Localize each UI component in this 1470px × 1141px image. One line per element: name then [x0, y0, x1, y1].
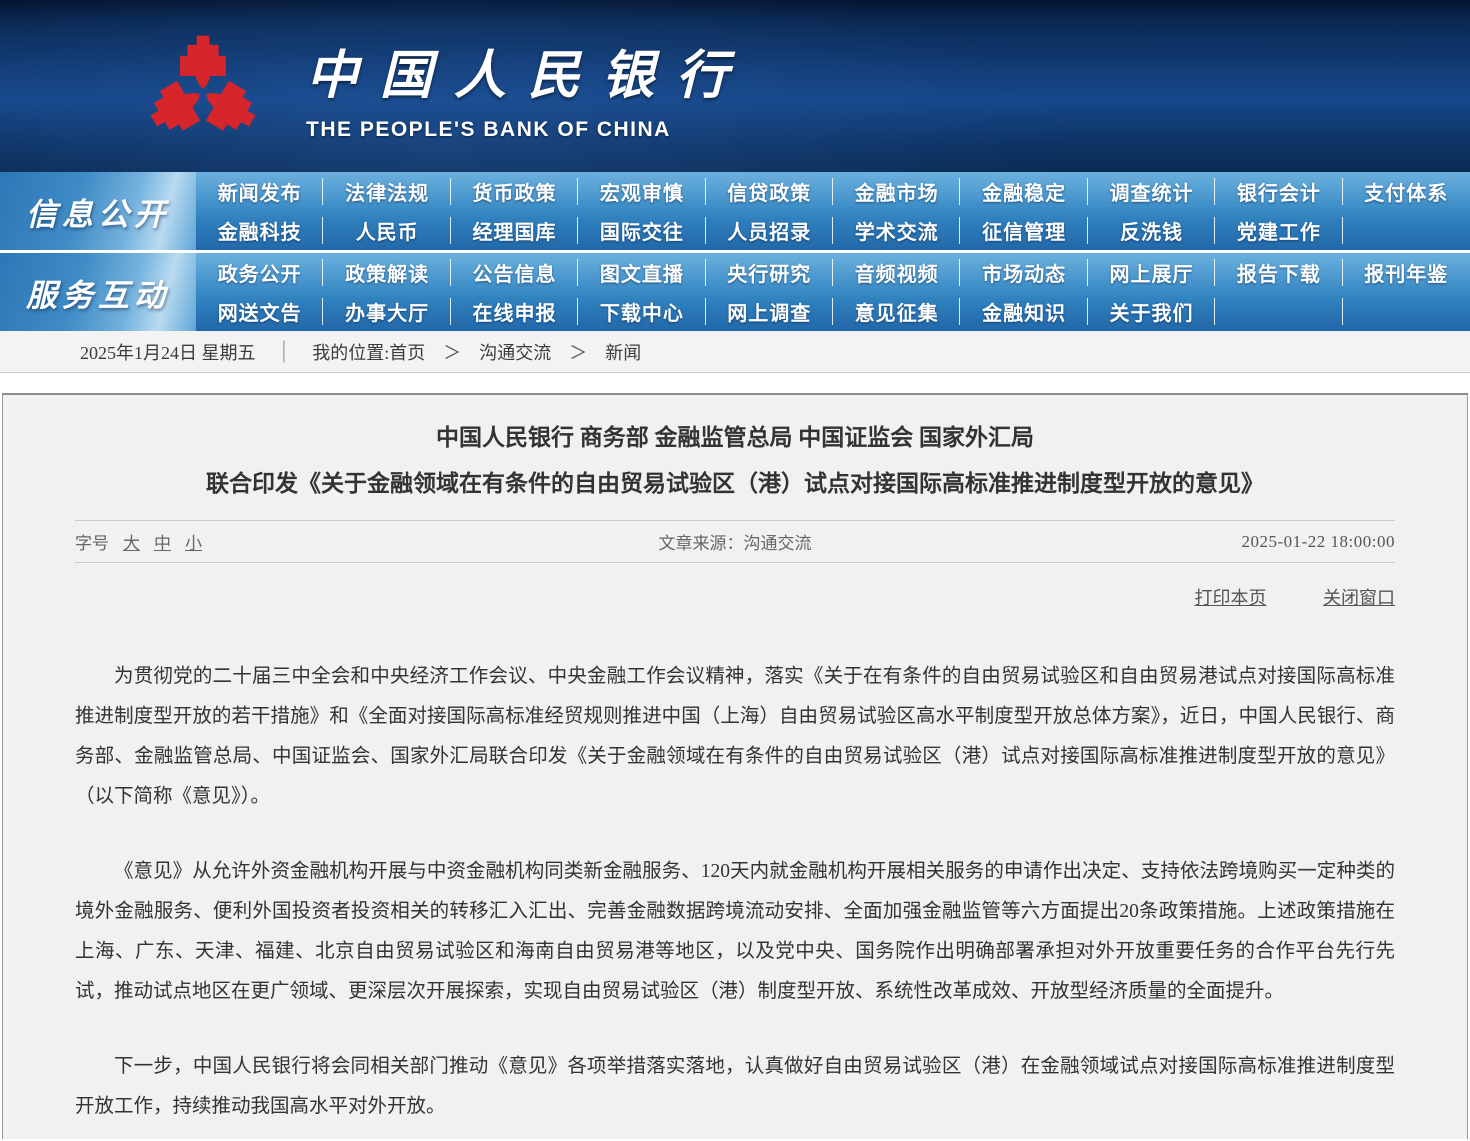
nav-section-information-disclosure[interactable]: 信息公开	[0, 172, 196, 250]
breadcrumb-communication[interactable]: 沟通交流	[479, 339, 551, 365]
nav-item[interactable]: 货币政策	[451, 172, 578, 211]
breadcrumb-separator: ＞	[443, 339, 461, 365]
font-size-small-button[interactable]: 小	[185, 529, 202, 554]
nav-item-empty	[1343, 211, 1470, 250]
nav-item[interactable]: 在线申报	[451, 292, 578, 331]
nav-item[interactable]: 调查统计	[1088, 172, 1215, 211]
nav-section-service-interaction[interactable]: 服务互动	[0, 253, 196, 331]
nav-band-information: 信息公开 新闻发布法律法规货币政策宏观审慎信贷政策金融市场金融稳定调查统计银行会…	[0, 172, 1470, 250]
nav-item[interactable]: 国际交往	[578, 211, 705, 250]
nav-item[interactable]: 报刊年鉴	[1343, 253, 1470, 292]
font-size-medium-button[interactable]: 中	[154, 529, 171, 554]
nav-item[interactable]: 音频视频	[833, 253, 960, 292]
nav-item[interactable]: 宏观审慎	[578, 172, 705, 211]
nav-item[interactable]: 金融市场	[833, 172, 960, 211]
nav-item[interactable]: 新闻发布	[196, 172, 323, 211]
breadcrumb-bar-separator: │	[278, 341, 291, 362]
nav-item[interactable]: 下载中心	[578, 292, 705, 331]
bank-logo-link[interactable]: 中国人民银行 THE PEOPLE'S BANK OF CHINA	[148, 26, 750, 148]
nav-item[interactable]: 报告下载	[1215, 253, 1342, 292]
nav-item[interactable]: 支付体系	[1343, 172, 1470, 211]
nav-item[interactable]: 学术交流	[833, 211, 960, 250]
article-meta: 字号 大 中 小 文章来源：沟通交流 2025-01-22 18:00:00	[75, 521, 1395, 562]
nav-item[interactable]: 图文直播	[578, 253, 705, 292]
nav-item[interactable]: 政策解读	[323, 253, 450, 292]
nav-item[interactable]: 央行研究	[706, 253, 833, 292]
divider	[75, 562, 1395, 563]
nav-item[interactable]: 政务公开	[196, 253, 323, 292]
article-title-line2: 联合印发《关于金融领域在有条件的自由贸易试验区（港）试点对接国际高标准推进制度型…	[75, 461, 1395, 507]
close-window-button[interactable]: 关闭窗口	[1323, 588, 1395, 608]
bank-name-en: THE PEOPLE'S BANK OF CHINA	[306, 118, 750, 142]
font-size-large-button[interactable]: 大	[123, 529, 140, 554]
print-page-button[interactable]: 打印本页	[1195, 588, 1267, 608]
spacer	[0, 373, 1470, 393]
nav-item[interactable]: 网上展厅	[1088, 253, 1215, 292]
nav-item[interactable]: 网送文告	[196, 292, 323, 331]
nav-item[interactable]: 党建工作	[1215, 211, 1342, 250]
nav-item[interactable]: 金融科技	[196, 211, 323, 250]
nav-item[interactable]: 网上调查	[706, 292, 833, 331]
location-label: 我的位置:	[312, 339, 389, 365]
article-panel: 中国人民银行 商务部 金融监管总局 中国证监会 国家外汇局 联合印发《关于金融领…	[2, 393, 1468, 1139]
site-header: 中国人民银行 THE PEOPLE'S BANK OF CHINA	[0, 0, 1470, 172]
current-date: 2025年1月24日 星期五	[80, 339, 256, 365]
breadcrumb-home[interactable]: 首页	[389, 339, 425, 365]
article-title-line1: 中国人民银行 商务部 金融监管总局 中国证监会 国家外汇局	[75, 415, 1395, 461]
article-paragraph: 下一步，中国人民银行将会同相关部门推动《意见》各项举措落实落地，认真做好自由贸易…	[75, 1047, 1395, 1127]
font-size-label: 字号	[75, 529, 109, 554]
article-paragraph: 为贯彻党的二十届三中全会和中央经济工作会议、中央金融工作会议精神，落实《关于在有…	[75, 657, 1395, 817]
nav-item[interactable]: 市场动态	[960, 253, 1087, 292]
source-label: 文章来源：	[659, 534, 744, 553]
breadcrumb-separator: ＞	[569, 339, 587, 365]
nav-item[interactable]: 关于我们	[1088, 292, 1215, 331]
breadcrumb: 2025年1月24日 星期五 │ 我的位置: 首页 ＞ 沟通交流 ＞ 新闻	[0, 331, 1470, 373]
nav-item[interactable]: 征信管理	[960, 211, 1087, 250]
bank-name-cn: 中国人民银行	[306, 33, 750, 108]
nav-item-empty	[1215, 292, 1342, 331]
nav-item[interactable]: 公告信息	[451, 253, 578, 292]
article-body: 为贯彻党的二十届三中全会和中央经济工作会议、中央金融工作会议精神，落实《关于在有…	[75, 657, 1395, 1127]
article-paragraph: 《意见》从允许外资金融机构开展与中资金融机构同类新金融服务、120天内就金融机构…	[75, 852, 1395, 1012]
nav-item[interactable]: 金融稳定	[960, 172, 1087, 211]
pboc-emblem-icon	[148, 26, 258, 148]
nav-item[interactable]: 人民币	[323, 211, 450, 250]
nav-item[interactable]: 法律法规	[323, 172, 450, 211]
publish-datetime: 2025-01-22 18:00:00	[812, 532, 1396, 552]
article-actions: 打印本页 关闭窗口	[75, 584, 1395, 610]
nav-item[interactable]: 经理国库	[451, 211, 578, 250]
nav-item[interactable]: 银行会计	[1215, 172, 1342, 211]
nav-item-empty	[1343, 292, 1470, 331]
breadcrumb-news[interactable]: 新闻	[605, 339, 641, 365]
nav-item[interactable]: 金融知识	[960, 292, 1087, 331]
nav-item[interactable]: 意见征集	[833, 292, 960, 331]
nav-item[interactable]: 反洗钱	[1088, 211, 1215, 250]
nav-grid-information: 新闻发布法律法规货币政策宏观审慎信贷政策金融市场金融稳定调查统计银行会计支付体系…	[196, 172, 1470, 250]
nav-item[interactable]: 人员招录	[706, 211, 833, 250]
main-navigation: 信息公开 新闻发布法律法规货币政策宏观审慎信贷政策金融市场金融稳定调查统计银行会…	[0, 172, 1470, 331]
nav-item[interactable]: 办事大厅	[323, 292, 450, 331]
nav-item[interactable]: 信贷政策	[706, 172, 833, 211]
nav-grid-services: 政务公开政策解读公告信息图文直播央行研究音频视频市场动态网上展厅报告下载报刊年鉴…	[196, 253, 1470, 331]
source-value: 沟通交流	[744, 534, 812, 553]
nav-band-services: 服务互动 政务公开政策解读公告信息图文直播央行研究音频视频市场动态网上展厅报告下…	[0, 253, 1470, 331]
